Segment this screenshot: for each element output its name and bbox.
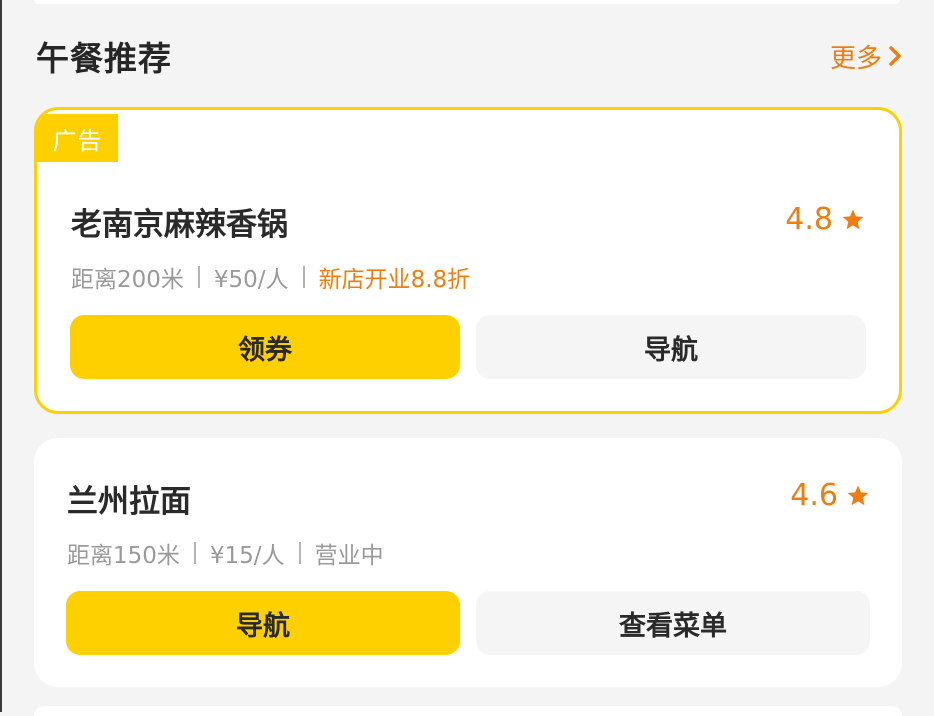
restaurant-card[interactable]: 兰州拉面 4.6 距离150米 ¥15/人 营业中 导航 查看菜单: [34, 438, 902, 687]
rating-value: 4.6: [790, 478, 838, 513]
rating: 4.6: [790, 478, 870, 513]
promo-text: 新店开业8.8折: [318, 267, 471, 293]
meta-divider: [298, 542, 301, 564]
distance: 距离150米: [67, 543, 180, 569]
more-link-label: 更多: [829, 43, 882, 74]
price-per-person: ¥50/人: [213, 267, 289, 293]
restaurant-card-ad[interactable]: 广告 老南京麻辣香锅 4.8 距离200米 ¥50/人 新店开业8.8折 领券 …: [34, 107, 902, 414]
open-status: 营业中: [314, 543, 384, 569]
distance: 距离200米: [71, 267, 184, 293]
claim-coupon-button[interactable]: 领券: [70, 315, 460, 379]
section-title: 午餐推荐: [36, 39, 172, 78]
meta-divider: [197, 266, 200, 288]
view-menu-button[interactable]: 查看菜单: [476, 591, 870, 655]
rating-value: 4.8: [785, 202, 833, 237]
previous-card-edge: [34, 0, 900, 4]
restaurant-meta: 距离200米 ¥50/人 新店开业8.8折: [71, 260, 470, 294]
section-header: 午餐推荐 更多: [36, 30, 902, 82]
restaurant-name: 老南京麻辣香锅: [71, 207, 288, 243]
star-icon: [842, 209, 864, 229]
next-card-edge: [34, 706, 902, 716]
price-per-person: ¥15/人: [209, 543, 285, 569]
star-icon: [847, 485, 869, 505]
navigate-button[interactable]: 导航: [476, 315, 866, 379]
more-link[interactable]: 更多: [830, 38, 902, 75]
meta-divider: [302, 266, 305, 288]
restaurant-meta: 距离150米 ¥15/人 营业中: [67, 536, 384, 570]
chevron-right-icon: [889, 46, 901, 66]
meta-divider: [193, 542, 196, 564]
restaurant-name: 兰州拉面: [67, 484, 191, 520]
navigate-button[interactable]: 导航: [66, 591, 460, 655]
ad-badge: 广告: [37, 114, 118, 162]
rating: 4.8: [785, 202, 865, 237]
page-edge: [0, 0, 2, 712]
